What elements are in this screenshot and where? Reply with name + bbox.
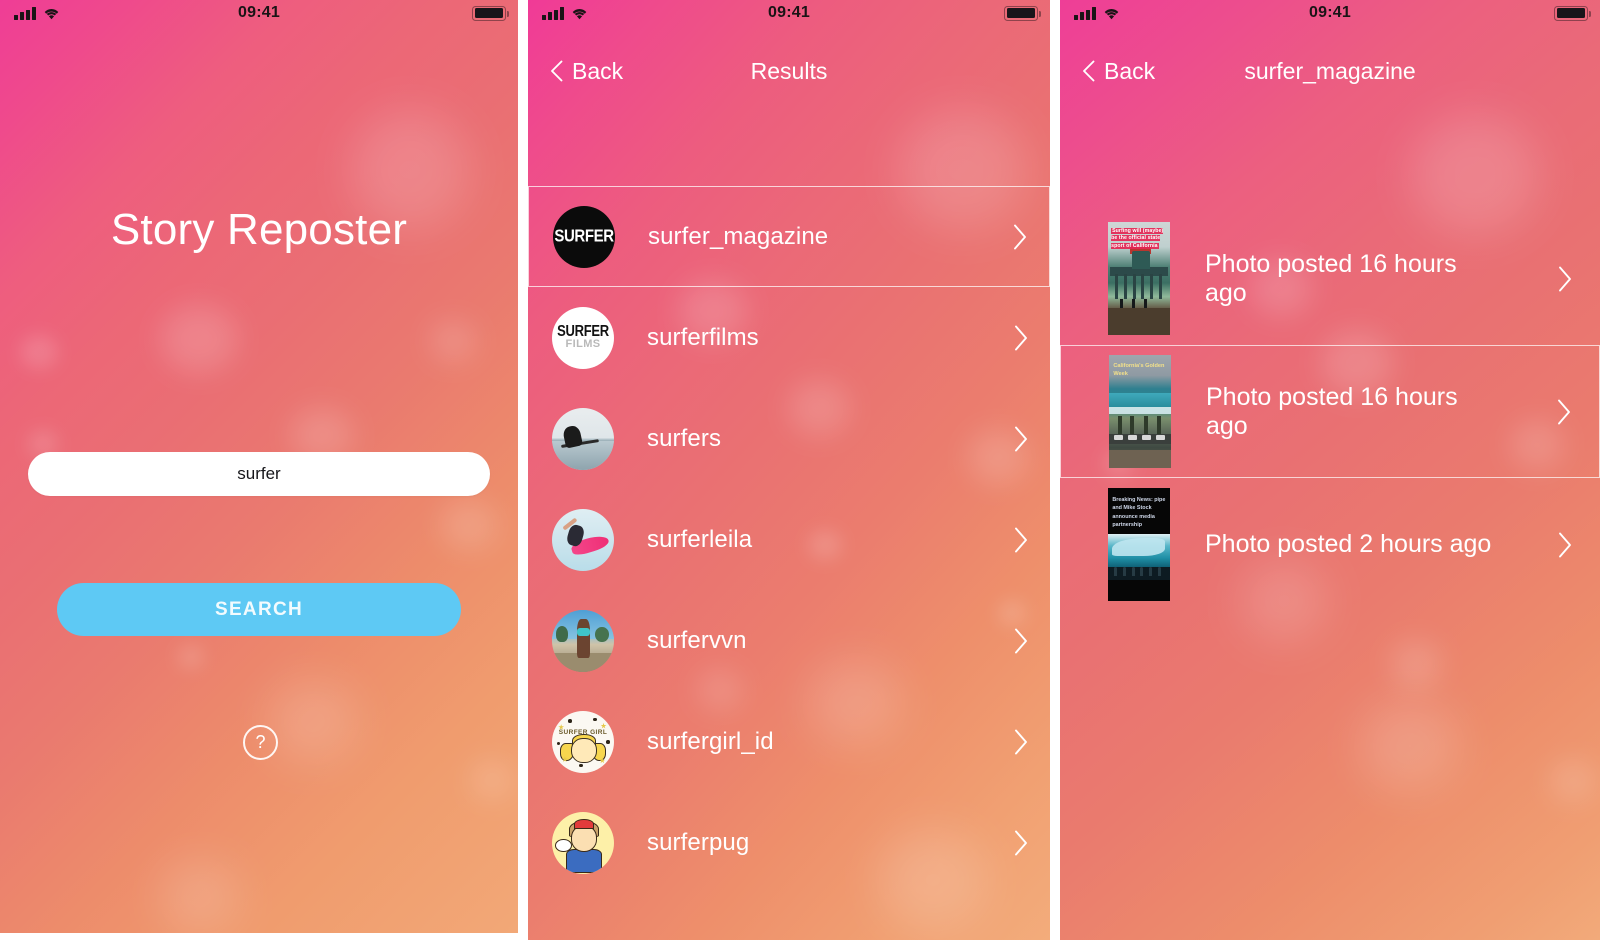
avatar: SURFER [553,205,615,268]
chevron-right-icon [1015,426,1027,451]
story-label: Photo posted 16 hours ago [1205,249,1457,307]
avatar [552,508,614,571]
screen-stories: 09:41 Back surfer_magazine Surfing will … [1060,0,1600,940]
screen-divider [518,0,528,940]
page-title: surfer_magazine [1244,58,1416,84]
story-row-3[interactable]: Breaking News: pipe and Mike Stock annou… [1060,478,1600,611]
story-thumbnail: Surfing will (maybe) be the official sta… [1108,222,1170,335]
status-bar-right [472,5,509,21]
result-username: surfers [647,424,722,452]
battery-full-icon [1004,5,1041,21]
page-title: Results [750,58,828,84]
result-username: surferfilms [647,323,759,351]
status-bar-right [1004,5,1041,21]
chevron-right-icon [1015,527,1027,552]
avatar [552,609,614,672]
avatar: SURFER FILMS [552,306,614,369]
avatar [552,407,614,470]
search-button[interactable]: SEARCH [57,583,461,636]
story-label: Photo posted 16 hours ago [1206,382,1458,440]
results-list: SURFER surfer_magazine SURFER FILMS surfe… [528,170,1050,940]
screen-search: 09:41 Story Reposter surfer SEARCH ? [0,0,518,933]
story-label: Photo posted 2 hours ago [1205,530,1492,558]
result-row-surfervvn[interactable]: surfervvn [528,590,1050,691]
chevron-right-icon [1559,266,1571,291]
battery-full-icon [1554,5,1591,21]
help-icon[interactable]: ? [243,725,278,760]
status-bar-right [1554,5,1591,21]
result-row-surfers[interactable]: surfers [528,388,1050,489]
chevron-right-icon [1015,729,1027,754]
status-bar: 09:41 [0,0,518,26]
chevron-right-icon [1015,628,1027,653]
chevron-right-icon [1015,325,1027,350]
story-thumbnail: Breaking News: pipe and Mike Stock annou… [1108,488,1170,601]
result-row-surferleila[interactable]: surferleila [528,489,1050,590]
result-username: surfervvn [647,626,747,654]
result-row-surferfilms[interactable]: SURFER FILMS surferfilms [528,287,1050,388]
three-phone-screens: 09:41 Story Reposter surfer SEARCH ? 09:… [0,0,1600,940]
result-row-surfergirl-id[interactable]: SURFER GIRL surfergirl_id [528,691,1050,792]
chevron-right-icon [1015,830,1027,855]
nav-bar-stories: Back surfer_magazine [1060,48,1600,94]
stories-list: Surfing will (maybe) be the official sta… [1060,212,1600,611]
search-button-label: SEARCH [214,598,304,620]
status-bar: 09:41 [1060,0,1600,26]
result-username: surferpug [647,828,750,856]
battery-full-icon [472,5,509,21]
story-row-2[interactable]: California's Golden Week Photo posted 16… [1060,345,1600,478]
status-bar: 09:41 [528,0,1050,26]
screen-results: 09:41 Back Results SURFER surfer_magazin… [528,0,1050,940]
app-title: Story Reposter [110,205,408,254]
result-row-surfer-magazine[interactable]: SURFER surfer_magazine [528,186,1050,287]
story-thumbnail-caption: California's Golden Week [1113,362,1165,378]
story-row-1[interactable]: Surfing will (maybe) be the official sta… [1060,212,1600,345]
result-username: surfergirl_id [647,727,774,755]
story-thumbnail-caption: Breaking News: pipe and Mike Stock annou… [1112,496,1166,529]
help-icon-glyph: ? [255,732,266,752]
status-bar-time: 09:41 [1309,4,1351,21]
story-thumbnail-caption: Surfing will (maybe) be the official sta… [1111,227,1164,249]
chevron-right-icon [1559,532,1571,557]
chevron-right-icon [1558,399,1570,424]
screen-divider [1050,0,1060,940]
status-bar-time: 09:41 [238,4,280,21]
status-bar-time: 09:41 [768,4,810,21]
nav-bar-results: Back Results [528,48,1050,94]
search-input-value: surfer [237,464,281,483]
result-username: surfer_magazine [648,222,829,250]
result-username: surferleila [647,525,753,553]
result-row-surferpug[interactable]: surferpug [528,792,1050,893]
story-thumbnail: California's Golden Week [1109,355,1171,468]
search-input[interactable]: surfer [28,452,490,496]
avatar: SURFER GIRL [552,710,614,773]
avatar [552,811,614,874]
chevron-right-icon [1014,224,1026,249]
